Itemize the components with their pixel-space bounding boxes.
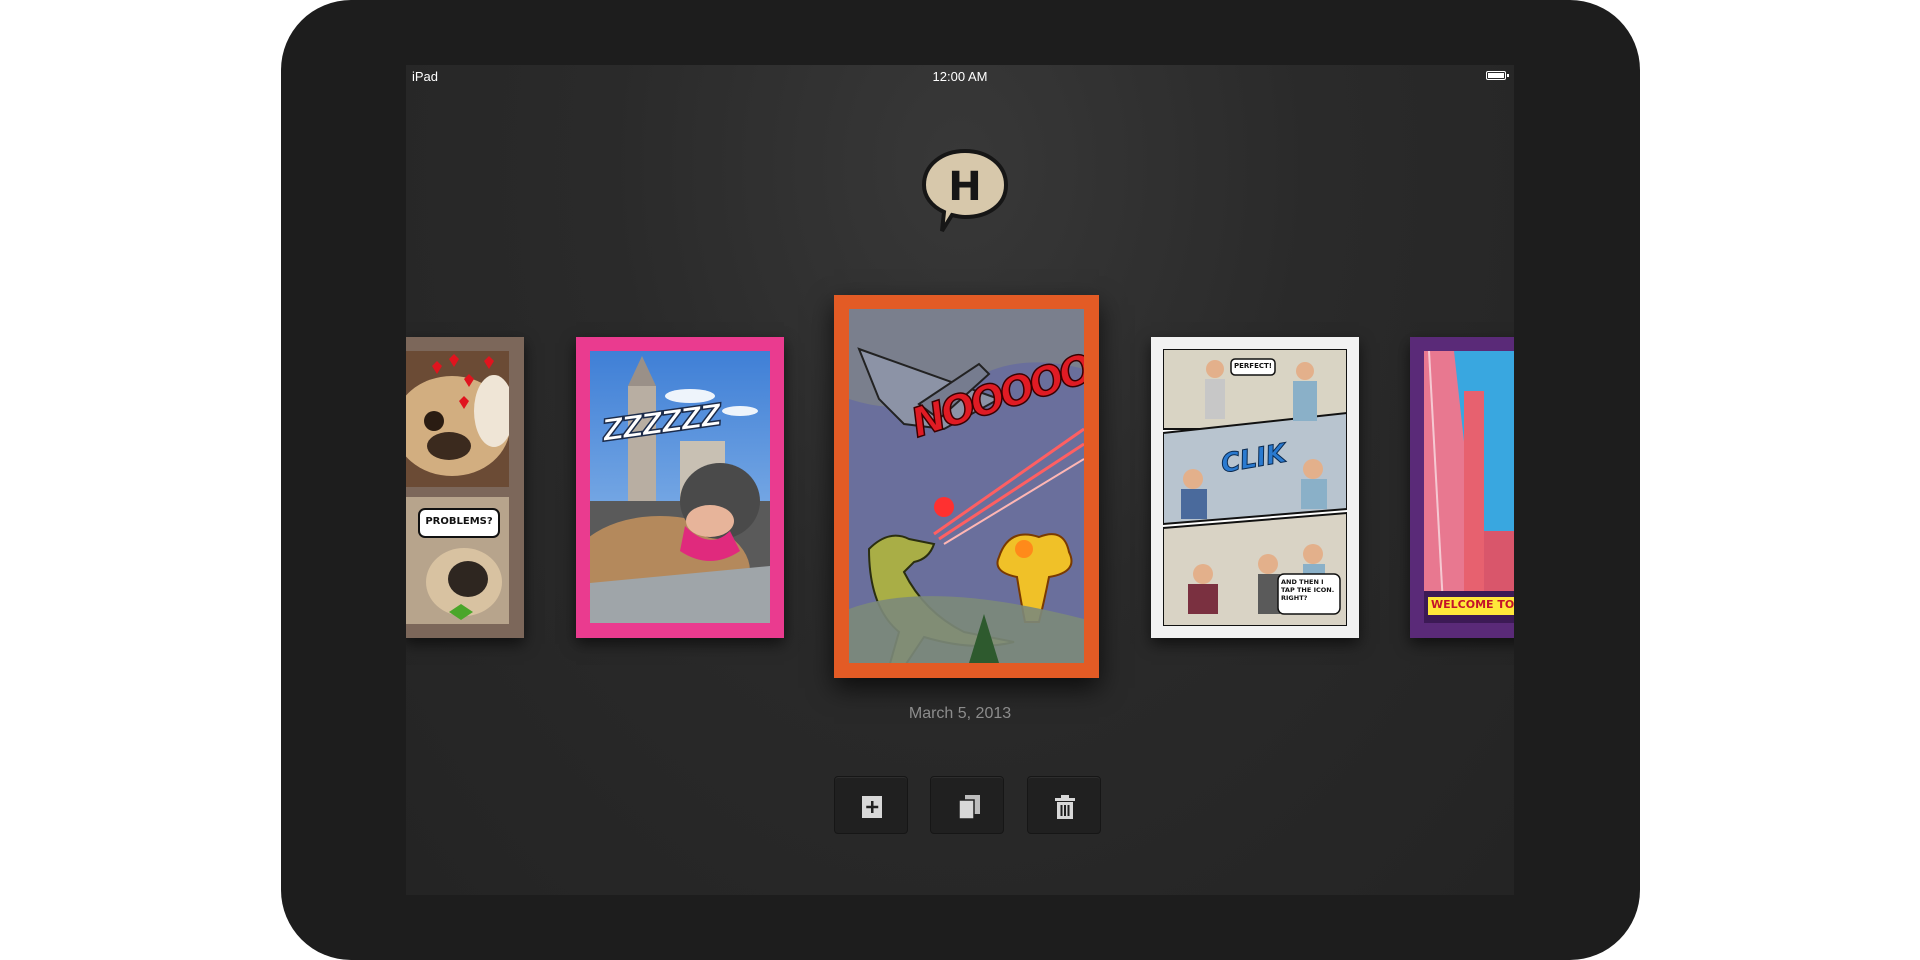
comic-caption: PROBLEMS? [425,516,493,527]
app-logo-letter: H [948,164,981,210]
trash-icon [1055,795,1075,819]
battery-icon [1486,71,1509,80]
status-bar: iPad 12:00 AM [406,65,1514,87]
new-comic-button[interactable] [834,776,908,834]
app-logo: H [918,145,1012,239]
selected-comic-date: March 5, 2013 [908,705,1012,722]
comic-caption: WELCOME TO [1431,598,1514,611]
comic-cover-4[interactable]: PERFECT! CLIK AND THEN I TAP THE ICON. R… [1151,337,1359,638]
battery-level-fill [1488,73,1504,78]
comic-cover-5[interactable]: WELCOME TO [1410,337,1514,638]
comic-cover-2[interactable]: ZZZZZZ [576,337,784,638]
duplicate-comic-button[interactable] [930,776,1004,834]
ipad-screen: iPad 12:00 AM H PROBLEMS? ZZZZZZ NOOOOOO… [406,65,1514,895]
delete-comic-button[interactable] [1027,776,1101,834]
plus-icon [862,796,882,818]
comic-cover-1[interactable]: PROBLEMS? [406,337,524,638]
duplicate-icon [958,795,980,820]
comic-caption: PERFECT! [1234,362,1272,370]
status-time: 12:00 AM [932,69,988,84]
comic-caption: AND THEN I TAP THE ICON. RIGHT? [1281,578,1335,602]
comic-cover-3-selected[interactable]: NOOOOOO!! [834,295,1099,678]
